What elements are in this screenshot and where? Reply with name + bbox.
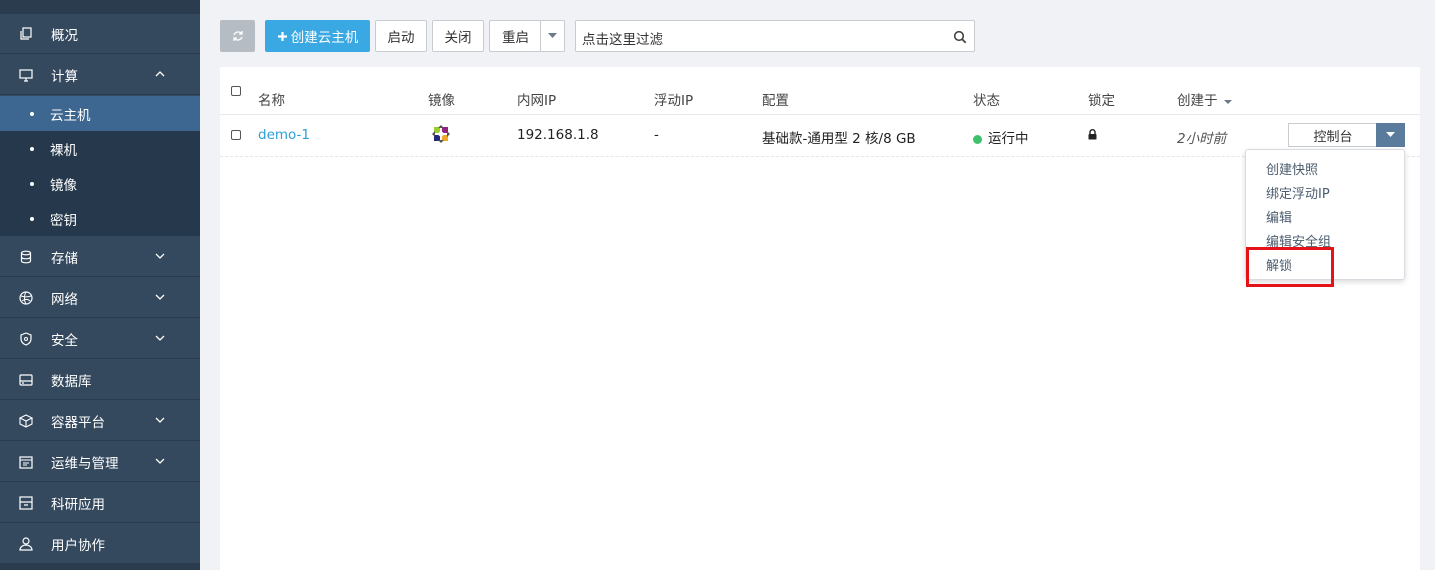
- sidebar-item-compute[interactable]: 计算: [0, 55, 200, 95]
- sidebar-item-network[interactable]: 网络: [0, 278, 200, 318]
- database-icon: [20, 250, 32, 264]
- menu-item-create-snapshot[interactable]: 创建快照: [1266, 159, 1318, 178]
- lock-icon: [1088, 128, 1097, 144]
- chevron-down-icon: [155, 335, 165, 341]
- chevron-down-icon: [155, 253, 165, 259]
- row-checkbox[interactable]: [231, 130, 241, 140]
- server-icon: [19, 374, 33, 386]
- column-header-private-ip[interactable]: 内网IP: [517, 89, 556, 109]
- refresh-button[interactable]: [220, 20, 255, 52]
- sidebar-subitem-bare-metal[interactable]: 裸机: [0, 131, 200, 166]
- row-divider: [220, 156, 1420, 157]
- sidebar-item-overview[interactable]: 概况: [0, 14, 200, 54]
- create-cloud-host-button[interactable]: 创建云主机: [265, 20, 370, 52]
- create-button-label: 创建云主机: [290, 30, 359, 46]
- sidebar-item-storage[interactable]: 存储: [0, 237, 200, 277]
- column-header-name[interactable]: 名称: [258, 89, 285, 109]
- instance-name-link[interactable]: demo-1: [258, 127, 310, 143]
- sidebar: 概况 计算 云主机 裸机 镜像 密钥 存储 网络 安全 数据库 容器平台 运维与…: [0, 0, 200, 570]
- sidebar-subitem-images[interactable]: 镜像: [0, 166, 200, 201]
- stop-button[interactable]: 关闭: [432, 20, 484, 52]
- sidebar-item-label: 网络: [51, 291, 78, 308]
- instance-floating-ip: -: [654, 127, 659, 143]
- sidebar-item-ops-management[interactable]: 运维与管理: [0, 442, 200, 482]
- sidebar-bottom-strip: [0, 564, 200, 570]
- sidebar-subitem-label: 镜像: [50, 177, 77, 194]
- chevron-down-icon: [155, 458, 165, 464]
- sidebar-subitem-label: 裸机: [50, 142, 77, 159]
- chevron-up-icon: [155, 71, 165, 77]
- sidebar-item-label: 科研应用: [51, 496, 105, 513]
- instances-panel: 名称 镜像 内网IP 浮动IP 配置 状态 锁定 创建于 demo-1 192.…: [220, 67, 1420, 570]
- menu-item-bind-floating-ip[interactable]: 绑定浮动IP: [1266, 183, 1330, 202]
- column-header-floating-ip[interactable]: 浮动IP: [654, 89, 693, 109]
- centos-logo-icon: [432, 125, 450, 147]
- column-header-config[interactable]: 配置: [762, 89, 789, 109]
- bullet-icon: [30, 216, 34, 221]
- chevron-down-icon: [155, 417, 165, 423]
- status-running-dot: [973, 135, 982, 144]
- console-button[interactable]: 控制台: [1288, 123, 1377, 147]
- chevron-down-icon: [155, 294, 165, 300]
- search-icon: [953, 30, 967, 44]
- sort-down-icon: [1223, 100, 1232, 104]
- user-icon: [19, 537, 33, 551]
- sidebar-item-security[interactable]: 安全: [0, 319, 200, 359]
- sidebar-subitem-cloud-host[interactable]: 云主机: [0, 96, 200, 131]
- sidebar-item-label: 存储: [51, 250, 78, 267]
- instance-created: 2小时前: [1177, 131, 1227, 147]
- select-all-checkbox[interactable]: [231, 86, 241, 96]
- calendar-icon: [19, 456, 33, 469]
- instance-private-ip: 192.168.1.8: [517, 127, 599, 143]
- shield-icon: [20, 332, 32, 346]
- start-button[interactable]: 启动: [375, 20, 427, 52]
- more-actions-dropdown-button[interactable]: [1376, 123, 1405, 147]
- header-divider: [220, 114, 1420, 115]
- monitor-icon: [19, 69, 33, 82]
- column-header-status[interactable]: 状态: [973, 89, 1000, 109]
- copy-icon: [20, 27, 32, 40]
- bullet-icon: [30, 111, 34, 116]
- plus-icon: [277, 31, 287, 41]
- instance-status: 运行中: [973, 127, 1029, 147]
- reboot-dropdown-button[interactable]: [540, 20, 565, 52]
- column-header-lock[interactable]: 锁定: [1088, 89, 1115, 109]
- sidebar-item-label: 计算: [51, 68, 78, 85]
- filter-input[interactable]: 点击这里过滤: [575, 20, 975, 52]
- sidebar-item-label: 运维与管理: [51, 455, 119, 472]
- sidebar-item-database[interactable]: 数据库: [0, 360, 200, 400]
- highlight-annotation-box: [1246, 247, 1334, 287]
- filter-placeholder: 点击这里过滤: [582, 32, 663, 48]
- bullet-icon: [30, 181, 34, 186]
- sidebar-item-research-apps[interactable]: 科研应用: [0, 483, 200, 523]
- status-label: 运行中: [988, 131, 1029, 147]
- archive-icon: [19, 496, 33, 510]
- sidebar-subitem-label: 密钥: [50, 212, 77, 229]
- sidebar-item-container-platform[interactable]: 容器平台: [0, 401, 200, 441]
- sidebar-item-label: 安全: [51, 332, 78, 349]
- cube-icon: [18, 414, 34, 428]
- sidebar-top-strip: [0, 0, 200, 14]
- bullet-icon: [30, 146, 34, 151]
- sidebar-subitem-keys[interactable]: 密钥: [0, 201, 200, 236]
- sidebar-item-user-collaboration[interactable]: 用户协作: [0, 524, 200, 564]
- column-header-image[interactable]: 镜像: [428, 89, 455, 109]
- sidebar-subitem-label: 云主机: [50, 107, 91, 124]
- instance-config: 基础款-通用型 2 核/8 GB: [762, 131, 916, 147]
- caret-down-icon: [548, 33, 557, 38]
- menu-item-edit[interactable]: 编辑: [1266, 207, 1292, 226]
- network-icon: [19, 291, 33, 305]
- sidebar-item-label: 容器平台: [51, 414, 105, 431]
- column-header-created[interactable]: 创建于: [1177, 89, 1233, 109]
- reboot-button[interactable]: 重启: [489, 20, 541, 52]
- sidebar-item-label: 数据库: [51, 373, 92, 390]
- sidebar-item-label: 概况: [51, 27, 78, 44]
- caret-down-icon: [1386, 132, 1395, 137]
- sidebar-item-label: 用户协作: [51, 537, 105, 554]
- column-header-created-label: 创建于: [1177, 93, 1218, 109]
- refresh-icon: [232, 31, 243, 41]
